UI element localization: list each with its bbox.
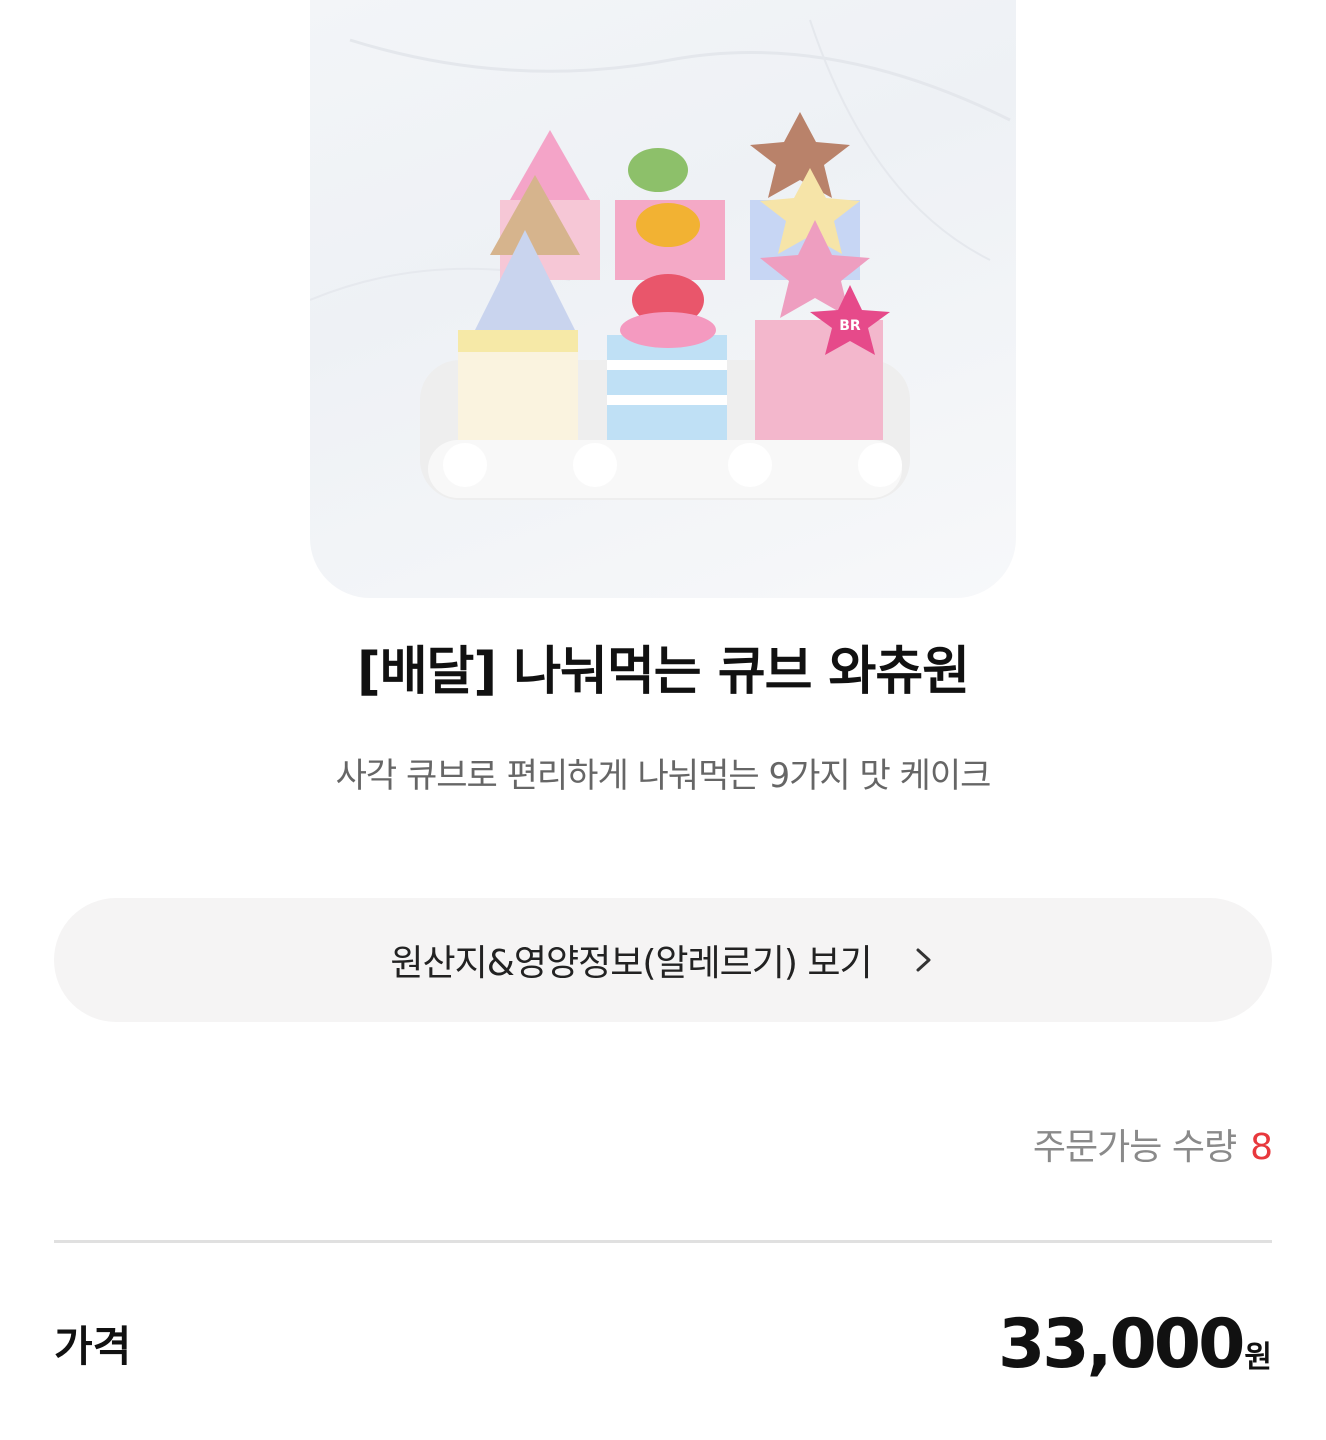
- product-image: BR: [310, 0, 1016, 598]
- divider: [54, 1240, 1272, 1243]
- available-quantity-label: 주문가능 수량: [1032, 1127, 1237, 1168]
- available-quantity-count: 8: [1250, 1127, 1273, 1168]
- product-detail-page: BR [배달] 나눠먹는 큐브 와츄원 사각 큐브로 편리하게 나눠먹는 9가지…: [0, 0, 1326, 1440]
- br-logo: BR: [839, 318, 861, 334]
- price-value: 33,000 원: [998, 1300, 1272, 1390]
- price-label: 가격: [54, 1322, 132, 1371]
- nutrition-info-button[interactable]: 원산지&영양정보(알레르기) 보기: [54, 898, 1272, 1022]
- cube-cake-image: BR: [310, 19, 1011, 500]
- chevron-right-icon: [912, 942, 936, 978]
- product-title: [배달] 나눠먹는 큐브 와츄원: [356, 642, 970, 702]
- product-subtitle: 사각 큐브로 편리하게 나눠먹는 9가지 맛 케이크: [335, 756, 992, 796]
- nutrition-info-label: 원산지&영양정보(알레르기) 보기: [390, 943, 872, 984]
- price-amount: 33,000: [997, 1305, 1245, 1384]
- available-quantity: 주문가능 수량 8: [1032, 1118, 1273, 1178]
- price-unit: 원: [1244, 1340, 1272, 1375]
